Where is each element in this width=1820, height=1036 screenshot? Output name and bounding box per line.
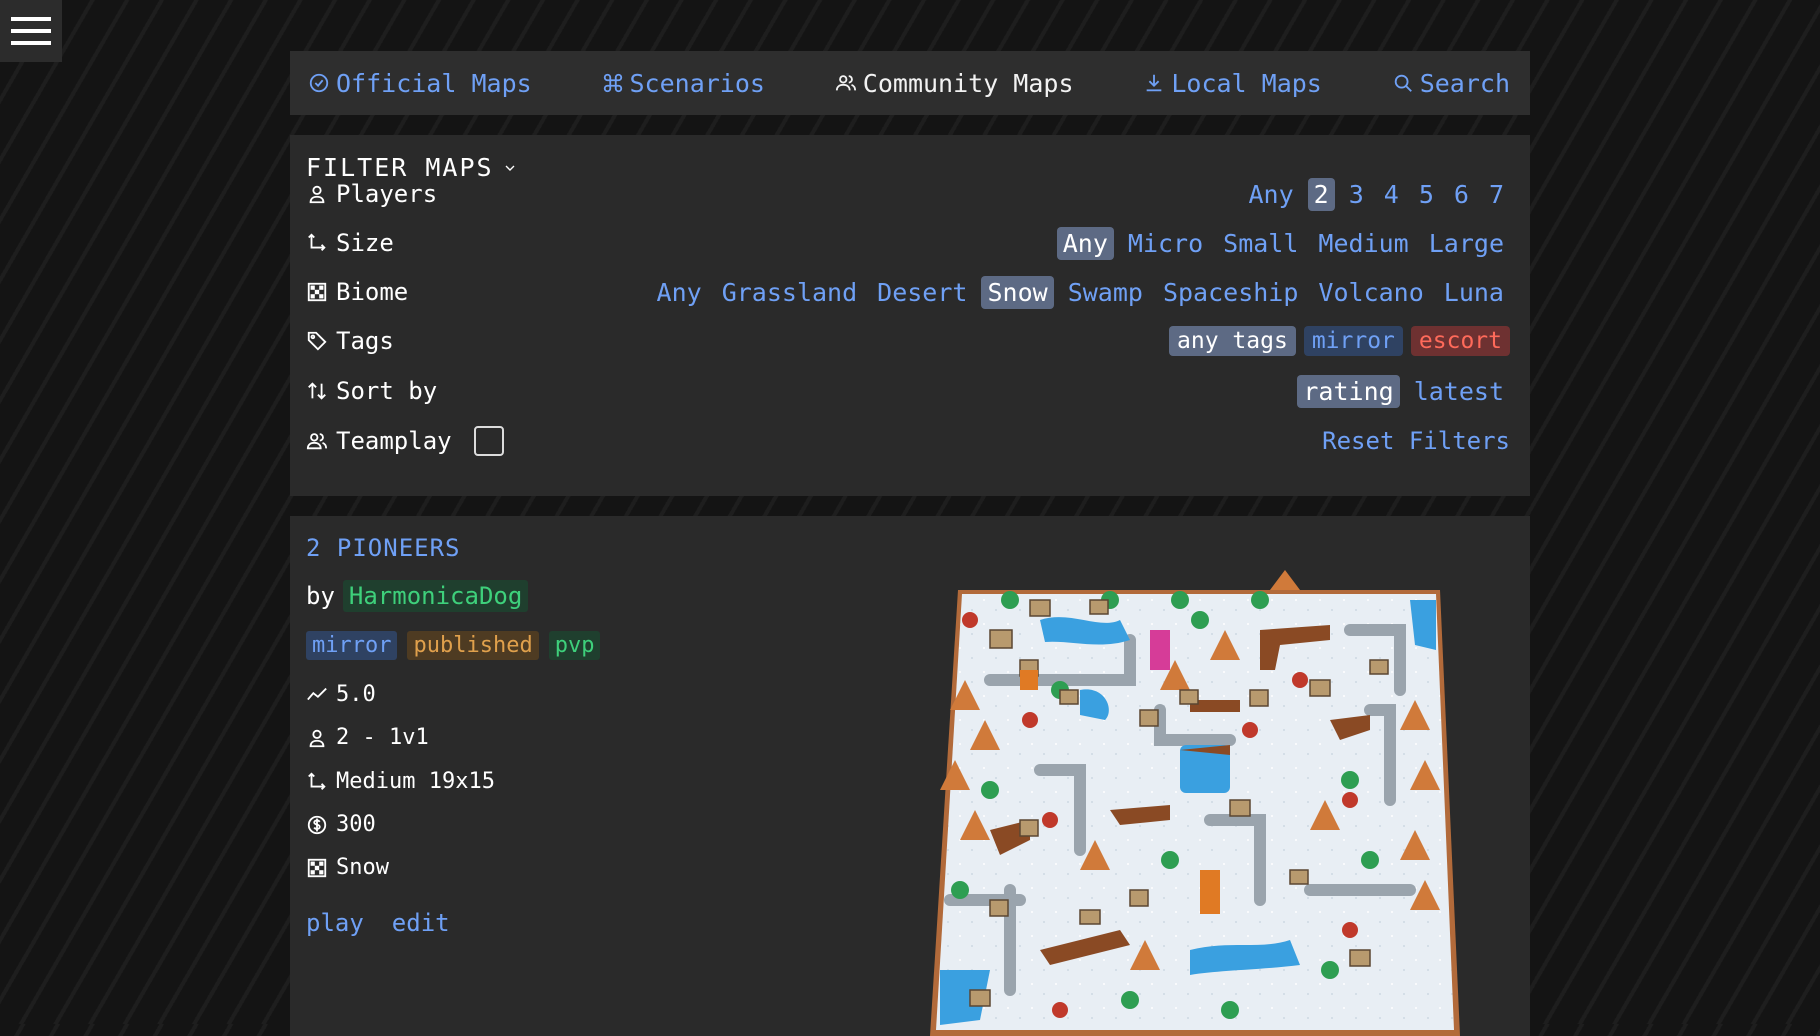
tags-filter-row: Tags any tags mirror escort [306, 321, 1510, 361]
map-preview-image[interactable] [930, 570, 1460, 1036]
tab-label: Local Maps [1171, 68, 1322, 98]
tag-option-any-tags[interactable]: any tags [1169, 326, 1296, 356]
resize-arrow-icon [308, 233, 326, 251]
trend-icon [307, 687, 327, 700]
users-icon [306, 433, 328, 450]
players-option-6[interactable]: 6 [1448, 178, 1475, 211]
author-row: by HarmonicaDog [306, 580, 529, 612]
menu-button[interactable] [0, 0, 62, 62]
size-label: Size [336, 229, 394, 257]
players-option-any[interactable]: Any [1242, 178, 1299, 211]
teamplay-filter-row: Teamplay Reset Filters [306, 421, 1510, 461]
edit-link[interactable]: edit [392, 909, 450, 937]
players-filter-row: Players Any 2 3 4 5 6 7 [306, 174, 1510, 214]
search-icon [1394, 74, 1412, 92]
size-option-any[interactable]: Any [1056, 226, 1114, 260]
checkerboard-icon [307, 282, 327, 302]
tab-label: Search [1419, 68, 1510, 98]
author-link[interactable]: HarmonicaDog [342, 580, 529, 612]
funds-value: 300 [336, 812, 376, 837]
tag-icon [307, 331, 327, 351]
map-category-nav: Official Maps Scenarios Community Maps L… [290, 51, 1530, 115]
players-option-7[interactable]: 7 [1483, 178, 1510, 211]
checkerboard-icon [307, 858, 327, 877]
biome-option-volcano[interactable]: Volcano [1312, 276, 1429, 309]
biome-option-swamp[interactable]: Swamp [1062, 276, 1149, 309]
coin-icon [307, 815, 327, 834]
tab-local-maps[interactable]: Local Maps [1143, 69, 1322, 98]
tab-community-maps[interactable]: Community Maps [835, 69, 1074, 98]
map-actions: play edit [306, 909, 450, 937]
tab-search[interactable]: Search [1392, 69, 1510, 98]
rating-stat: 5.0 [306, 682, 376, 707]
players-option-4[interactable]: 4 [1378, 178, 1405, 211]
tag-option-mirror[interactable]: mirror [1303, 326, 1403, 356]
rating-value: 5.0 [336, 682, 376, 707]
hamburger-icon-bar [11, 29, 51, 33]
tag-badge-published: published [407, 631, 539, 660]
tab-official-maps[interactable]: Official Maps [308, 69, 532, 98]
players-value: 2 - 1v1 [336, 725, 429, 750]
tag-badge-pvp: pvp [548, 631, 601, 660]
users-icon [835, 75, 856, 91]
map-card: 2 PIONEERS by HarmonicaDog mirror publis… [290, 516, 1530, 1036]
biome-option-any[interactable]: Any [651, 276, 708, 309]
teamplay-label: Teamplay [336, 427, 452, 455]
by-label: by [306, 582, 335, 610]
tab-scenarios[interactable]: Scenarios [602, 69, 765, 98]
resize-arrow-icon [308, 771, 326, 790]
size-value: Medium 19x15 [336, 769, 495, 794]
tag-badge-mirror: mirror [306, 631, 398, 660]
tag-option-escort[interactable]: escort [1410, 326, 1510, 356]
user-icon [309, 185, 325, 204]
sort-option-rating[interactable]: rating [1297, 374, 1400, 408]
players-stat: 2 - 1v1 [306, 725, 429, 750]
size-stat: Medium 19x15 [306, 769, 495, 794]
command-icon [603, 73, 622, 93]
biome-filter-row: Biome Any Grassland Desert Snow Swamp Sp… [306, 272, 1510, 312]
filter-panel: FILTER MAPS Players Any 2 3 4 5 6 7 Size… [290, 135, 1530, 496]
map-tags: mirror published pvp [306, 631, 601, 660]
size-option-medium[interactable]: Medium [1312, 227, 1414, 260]
sort-arrows-icon [308, 382, 326, 400]
biome-option-luna[interactable]: Luna [1438, 276, 1510, 309]
size-option-small[interactable]: Small [1217, 227, 1304, 260]
biome-option-grassland[interactable]: Grassland [716, 276, 863, 309]
biome-label: Biome [336, 278, 409, 306]
players-label: Players [336, 180, 438, 208]
sort-option-latest[interactable]: latest [1408, 375, 1510, 408]
reset-filters-button[interactable]: Reset Filters [1322, 427, 1510, 455]
user-icon [309, 729, 325, 747]
players-option-2[interactable]: 2 [1307, 177, 1335, 211]
play-link[interactable]: play [306, 909, 364, 937]
teamplay-checkbox[interactable] [473, 426, 504, 456]
check-circle-icon [309, 73, 329, 93]
biome-option-snow[interactable]: Snow [981, 275, 1054, 309]
hamburger-icon-bar [11, 41, 51, 45]
tags-label: Tags [336, 327, 394, 355]
players-option-5[interactable]: 5 [1413, 178, 1440, 211]
size-filter-row: Size Any Micro Small Medium Large [306, 223, 1510, 263]
size-option-micro[interactable]: Micro [1122, 227, 1209, 260]
players-option-3[interactable]: 3 [1343, 178, 1370, 211]
tab-label: Community Maps [862, 68, 1074, 98]
map-title[interactable]: 2 PIONEERS [306, 534, 461, 562]
sort-label: Sort by [336, 377, 438, 405]
hamburger-icon-bar [11, 17, 51, 21]
download-icon [1147, 74, 1162, 92]
tab-label: Scenarios [629, 68, 765, 98]
biome-option-desert[interactable]: Desert [871, 276, 973, 309]
funds-stat: 300 [306, 812, 376, 837]
biome-value: Snow [336, 855, 389, 880]
size-option-large[interactable]: Large [1423, 227, 1510, 260]
tab-label: Official Maps [336, 68, 532, 98]
biome-stat: Snow [306, 855, 389, 880]
biome-option-spaceship[interactable]: Spaceship [1157, 276, 1304, 309]
sort-filter-row: Sort by rating latest [306, 371, 1510, 411]
